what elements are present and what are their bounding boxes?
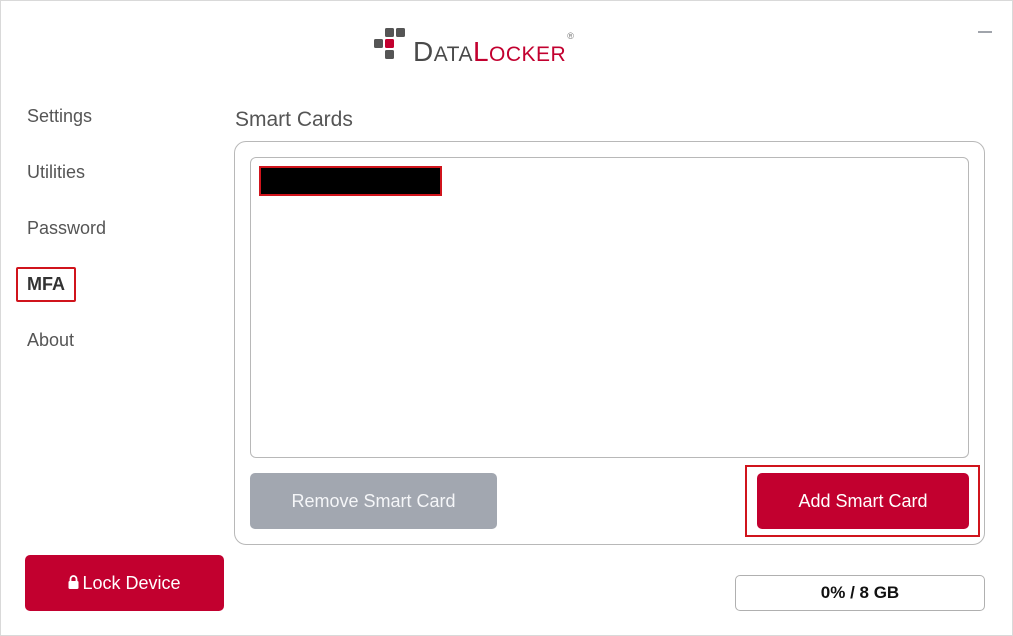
add-smart-card-label: Add Smart Card bbox=[798, 490, 928, 511]
smart-card-list[interactable] bbox=[250, 157, 969, 458]
list-item[interactable] bbox=[259, 166, 442, 196]
storage-usage: 0% / 8 GB bbox=[735, 575, 985, 611]
lock-device-button[interactable]: Lock Device bbox=[25, 555, 224, 611]
datalocker-logo: DATALOCKER® bbox=[374, 24, 574, 74]
add-smart-card-button[interactable]: Add Smart Card bbox=[757, 473, 969, 529]
remove-smart-card-label: Remove Smart Card bbox=[291, 490, 456, 511]
brand-wordmark: DATALOCKER® bbox=[413, 31, 575, 67]
logo-squares-icon bbox=[374, 28, 405, 59]
page-title: Smart Cards bbox=[235, 108, 353, 131]
remove-smart-card-button[interactable]: Remove Smart Card bbox=[250, 473, 497, 529]
sidebar-item-about[interactable]: About bbox=[27, 330, 74, 351]
sidebar-item-password[interactable]: Password bbox=[27, 218, 106, 239]
storage-usage-label: 0% / 8 GB bbox=[820, 583, 900, 602]
minimize-button[interactable] bbox=[971, 22, 999, 42]
minimize-icon bbox=[978, 31, 992, 33]
list-item-label bbox=[261, 173, 267, 189]
sidebar-item-mfa[interactable]: MFA bbox=[27, 274, 65, 295]
sidebar-item-utilities[interactable]: Utilities bbox=[27, 162, 85, 183]
sidebar-item-settings[interactable]: Settings bbox=[27, 106, 92, 127]
lock-icon bbox=[68, 575, 79, 589]
lock-device-label: Lock Device bbox=[82, 572, 181, 593]
